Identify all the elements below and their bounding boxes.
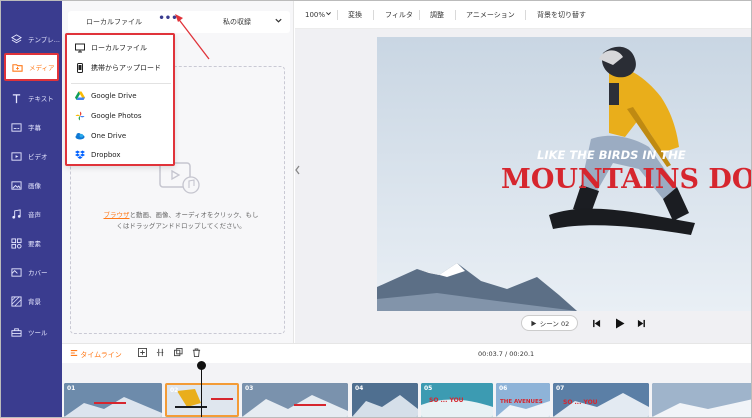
toolbox-icon: [10, 326, 22, 338]
scene-selector[interactable]: シーン 02: [521, 315, 578, 331]
cover-icon: [10, 266, 22, 278]
timeline-clip[interactable]: [652, 383, 751, 417]
video-preview[interactable]: LIKE THE BIRDS IN THE MOUNTAINS DO: [377, 37, 752, 311]
timeline-clip[interactable]: 01: [64, 383, 162, 417]
headline-big: MOUNTAINS DO: [501, 164, 752, 195]
menu-item-google-drive[interactable]: Google Drive: [75, 89, 137, 103]
transform-button[interactable]: 変換: [348, 10, 362, 20]
phone-icon: [75, 63, 85, 73]
duplicate-icon[interactable]: [174, 348, 183, 359]
collapse-panel-icon[interactable]: [294, 164, 302, 182]
tab-my-favorites[interactable]: 私の収録: [223, 17, 251, 27]
upload-source-menu: ローカルファイル 携帯からアップロード Google Drive Google …: [65, 33, 175, 166]
menu-item-dropbox[interactable]: Dropbox: [75, 148, 121, 162]
menu-divider: [71, 83, 171, 84]
delete-icon[interactable]: [192, 348, 201, 359]
play-button[interactable]: [615, 318, 625, 331]
adjust-button[interactable]: 調整: [430, 10, 444, 20]
text-icon: [10, 92, 22, 104]
play-icon: [531, 320, 537, 326]
annotation-arrow: [175, 14, 210, 60]
toolbar-divider: [419, 10, 420, 20]
filter-button[interactable]: フィルタ: [385, 10, 413, 20]
menu-item-google-photos[interactable]: Google Photos: [75, 109, 142, 123]
dropbox-icon: [75, 150, 85, 160]
split-icon[interactable]: [156, 348, 165, 359]
google-photos-icon: [75, 111, 85, 121]
playhead[interactable]: [201, 363, 202, 417]
sidebar-item-text[interactable]: テキスト: [1, 84, 62, 112]
image-icon: [10, 179, 22, 191]
clip-thumbnail: [652, 383, 751, 417]
timeline-icon: [70, 350, 78, 356]
headline-small: LIKE THE BIRDS IN THE: [537, 148, 686, 162]
browse-link[interactable]: ブラウザ: [104, 211, 130, 219]
shapes-icon: [10, 237, 22, 249]
remove-background-button[interactable]: 背景を切り替す: [537, 10, 586, 20]
clip-thumbnail: [64, 383, 162, 417]
sidebar-item-templates[interactable]: テンプレ...: [1, 25, 62, 53]
google-drive-icon: [75, 91, 85, 101]
add-clip-icon[interactable]: [138, 348, 147, 359]
toolbar-divider: [373, 10, 374, 20]
timeline-clip[interactable]: 07 SO ... YOU: [553, 383, 649, 417]
chevron-down-icon[interactable]: [274, 16, 283, 27]
subtitle-icon: [10, 121, 22, 133]
folder-icon: [11, 61, 23, 73]
chevron-down-icon: [326, 12, 331, 16]
monitor-icon: [75, 43, 85, 53]
timeline-toolbar: タイムライン 00:03.7 / 00:20.1: [62, 343, 751, 363]
music-icon: [10, 208, 22, 220]
app-window: テンプレ... メディア テキスト 字幕 ビデオ 画像 音声 要素 カバー 背景…: [0, 0, 752, 418]
layers-icon: [10, 33, 22, 45]
toolbar-divider: [455, 10, 456, 20]
clip-thumbnail: [242, 383, 348, 417]
snowboarder-scene-image: LIKE THE BIRDS IN THE MOUNTAINS DO: [377, 37, 752, 311]
zoom-select[interactable]: 100%: [305, 10, 332, 19]
menu-item-local-file[interactable]: ローカルファイル: [75, 41, 147, 55]
video-icon: [10, 150, 22, 162]
sidebar-item-video[interactable]: ビデオ: [1, 142, 62, 170]
tab-local-files[interactable]: ローカルファイル: [86, 17, 142, 27]
sidebar-item-media[interactable]: メディア: [4, 53, 59, 81]
toolbar-divider: [525, 10, 526, 20]
menu-item-phone-upload[interactable]: 携帯からアップロード: [75, 61, 161, 75]
timeline-clip-selected[interactable]: 02: [165, 383, 239, 417]
skip-back-icon[interactable]: [592, 319, 601, 330]
sidebar: テンプレ... メディア テキスト 字幕 ビデオ 画像 音声 要素 カバー 背景…: [1, 1, 62, 417]
timeline-toggle[interactable]: タイムライン: [70, 349, 122, 360]
playback-time: 00:03.7 / 00:20.1: [478, 350, 535, 358]
timeline-clip[interactable]: 05 SO ... YOU: [421, 383, 493, 417]
menu-item-onedrive[interactable]: One Drive: [75, 129, 126, 143]
timeline-clip[interactable]: 06 THE AVENUES: [496, 383, 550, 417]
animation-button[interactable]: アニメーション: [466, 10, 515, 20]
toolbar-divider: [337, 10, 338, 20]
drop-hint: ブラウザと動画、画像、オーディオをクリック、もしくはドラッグアンドドロップしてく…: [101, 210, 261, 232]
sidebar-item-tools[interactable]: ツール: [1, 318, 62, 346]
timeline-clip[interactable]: 03: [242, 383, 348, 417]
background-icon: [10, 295, 22, 307]
timeline-clip[interactable]: 04: [352, 383, 418, 417]
onedrive-icon: [75, 131, 85, 141]
sidebar-item-cover[interactable]: カバー: [1, 258, 62, 286]
sidebar-item-elements[interactable]: 要素: [1, 229, 62, 257]
sidebar-item-background[interactable]: 背景: [1, 287, 62, 315]
sidebar-item-subtitles[interactable]: 字幕: [1, 113, 62, 141]
sidebar-item-images[interactable]: 画像: [1, 171, 62, 199]
player-controls: シーン 02: [521, 315, 651, 333]
timeline-track[interactable]: 01 02 03 04 05 SO ... YOU 06 THE AVENUES…: [62, 363, 751, 417]
drop-hint-text: と動画、画像、オーディオをクリック、もしくはドラッグアンドドロップしてください。: [116, 211, 259, 230]
editor-toolbar: 100% 変換 フィルタ 調整 アニメーション 背景を切り替す: [295, 1, 751, 29]
skip-forward-icon[interactable]: [637, 319, 646, 330]
sidebar-item-audio[interactable]: 音声: [1, 200, 62, 228]
